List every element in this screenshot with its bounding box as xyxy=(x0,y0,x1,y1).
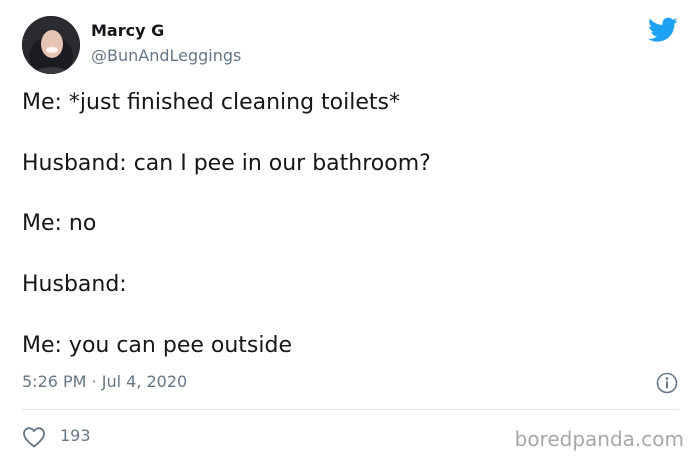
tweet-text-line-2: Husband: can I pee in our bathroom? xyxy=(22,151,431,176)
author-name[interactable]: Marcy G xyxy=(91,21,164,40)
info-icon[interactable] xyxy=(656,372,678,394)
divider xyxy=(22,409,678,410)
twitter-logo-icon[interactable] xyxy=(648,17,678,43)
author-handle[interactable]: @BunAndLeggings xyxy=(91,46,241,65)
tweet-text-line-1: Me: *just finished cleaning toilets* xyxy=(22,90,400,115)
watermark: boredpanda.com xyxy=(514,427,684,451)
tweet-card: Marcy G @BunAndLeggings Me: *just finish… xyxy=(0,0,700,463)
tweet-text-line-4: Husband: xyxy=(22,272,127,297)
tweet-timestamp[interactable]: 5:26 PM · Jul 4, 2020 xyxy=(22,372,187,391)
like-count: 193 xyxy=(60,426,91,445)
tweet-text-line-3: Me: no xyxy=(22,211,97,236)
avatar[interactable] xyxy=(22,16,80,74)
heart-icon[interactable] xyxy=(22,426,46,448)
tweet-text-line-5: Me: you can pee outside xyxy=(22,333,292,358)
